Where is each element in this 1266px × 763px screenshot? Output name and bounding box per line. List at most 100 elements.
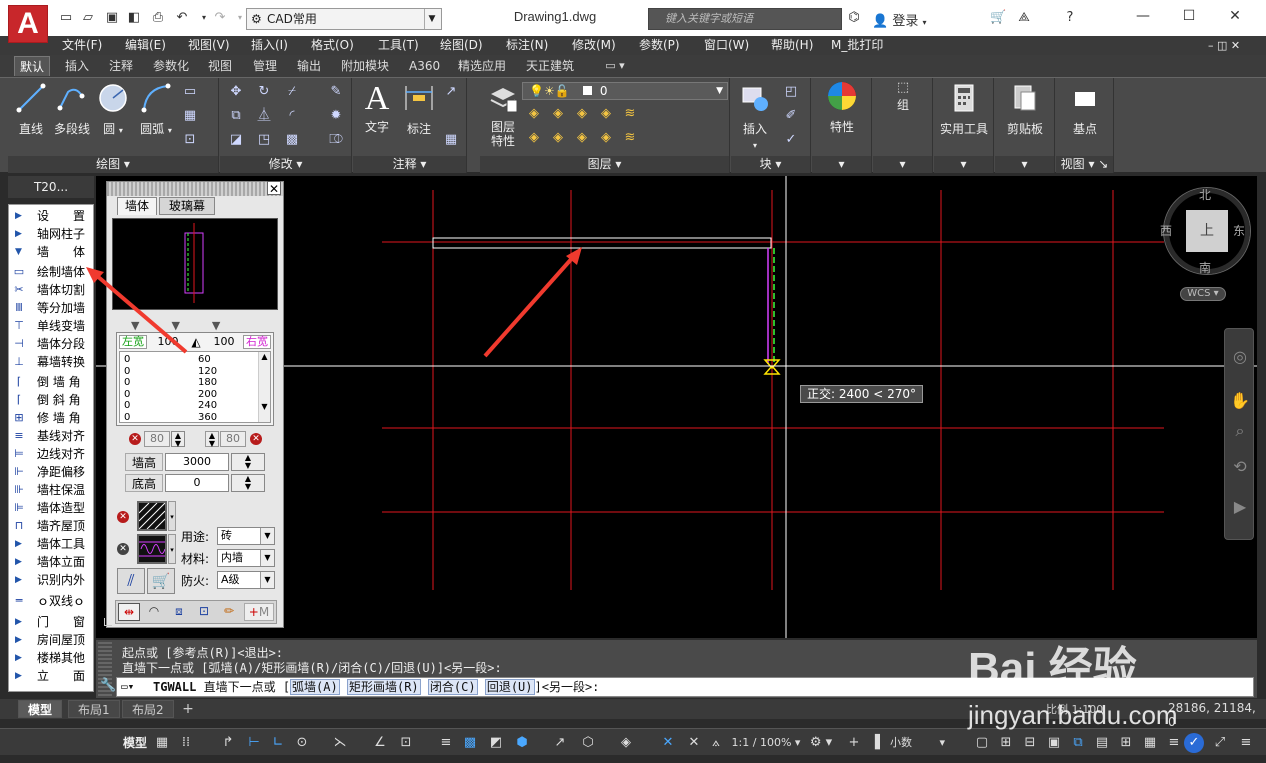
- tab-view[interactable]: 视图: [203, 56, 237, 76]
- panel-block-title[interactable]: 块 ▾: [731, 156, 810, 173]
- left-width-value[interactable]: 100: [151, 335, 185, 349]
- auto-scale-icon[interactable]: ✕: [684, 733, 704, 753]
- add-layout-icon[interactable]: +: [178, 700, 198, 718]
- layer-match-icon[interactable]: ≋: [622, 130, 638, 146]
- maximize-button[interactable]: ☐: [1174, 6, 1204, 26]
- trim-icon[interactable]: ⌿: [284, 84, 300, 100]
- menu-edit[interactable]: 编辑(E): [125, 36, 166, 55]
- copy-icon[interactable]: ⧉: [228, 108, 244, 124]
- t20-item[interactable]: ≡ 基线对齐: [9, 427, 93, 445]
- ortho-icon[interactable]: ∟: [268, 733, 288, 753]
- t20-item[interactable]: ⌈ 倒 墙 角: [9, 373, 93, 391]
- tab-featured-apps[interactable]: 精选应用: [453, 56, 511, 76]
- steering-wheel-icon[interactable]: ◎: [1230, 347, 1250, 367]
- object-snap-icon[interactable]: ⊡: [396, 733, 416, 753]
- t20-item[interactable]: ⌈ 倒 斜 角: [9, 391, 93, 409]
- base-height-spinner[interactable]: ▲ ▼: [231, 474, 265, 492]
- tab-layout1[interactable]: 布局1: [68, 700, 120, 718]
- menu-dimension[interactable]: 标注(N): [506, 36, 548, 55]
- list-item[interactable]: 0 240: [124, 400, 258, 412]
- menu-batch-plot[interactable]: M_批打印: [831, 36, 883, 55]
- orbit-icon[interactable]: ⟲: [1230, 457, 1250, 477]
- wall-justification-markers[interactable]: ▼▼▼: [131, 319, 261, 332]
- right-spin-value[interactable]: 80: [220, 431, 246, 447]
- panel-draw-title[interactable]: 绘图 ▾: [8, 156, 218, 173]
- minimize-button[interactable]: —: [1128, 6, 1158, 26]
- viewcube-east[interactable]: 东: [1233, 222, 1245, 239]
- explode-icon[interactable]: ✹: [328, 108, 344, 124]
- wcs-menu[interactable]: WCS ▾: [1180, 287, 1226, 301]
- menu-parametric[interactable]: 参数(P): [639, 36, 680, 55]
- selection-cycling-icon[interactable]: ◩: [486, 733, 506, 753]
- graphics-perf-icon[interactable]: ▤: [1092, 733, 1112, 753]
- t20-item[interactable]: ⊓ 墙齐屋顶: [9, 517, 93, 535]
- layer-thaw-icon[interactable]: ◈: [574, 130, 590, 146]
- lineweight-icon[interactable]: ≡: [436, 733, 456, 753]
- isolate-objects-icon[interactable]: ⊟: [1020, 733, 1040, 753]
- undo-dropdown-icon[interactable]: ▾: [196, 10, 212, 26]
- menu-modify[interactable]: 修改(M): [572, 36, 616, 55]
- snap-icon[interactable]: ⁞⁞: [176, 733, 196, 753]
- showmotion-icon[interactable]: ▶: [1230, 497, 1250, 517]
- redo-icon[interactable]: ↷: [212, 10, 228, 26]
- polar-icon[interactable]: ⊙: [292, 733, 312, 753]
- t20-item[interactable]: ✂ 墙体切割: [9, 281, 93, 299]
- undo-icon[interactable]: ↶: [174, 10, 190, 26]
- customization-icon[interactable]: ≡: [1164, 733, 1184, 753]
- arc-wall-mode-icon[interactable]: ◠: [143, 603, 165, 621]
- room-wall-mode-icon[interactable]: ⊡: [193, 603, 215, 621]
- polyline-button[interactable]: 多段线: [52, 82, 92, 137]
- layer-walk-icon[interactable]: ≋: [622, 106, 638, 122]
- menu-draw[interactable]: 绘图(D): [440, 36, 483, 55]
- swap-width-icon[interactable]: ◭: [187, 335, 205, 349]
- menu-tools[interactable]: 工具(T): [378, 36, 419, 55]
- block-attributes-icon[interactable]: ✓: [783, 132, 799, 148]
- offset-icon[interactable]: ⎄: [328, 132, 344, 148]
- straight-wall-mode-icon[interactable]: ⇹: [118, 603, 140, 621]
- panel-properties-title[interactable]: ▾: [812, 156, 871, 173]
- t20-item[interactable]: ▼ 墙 体: [9, 243, 93, 261]
- rotate-icon[interactable]: ↻: [256, 84, 272, 100]
- wall-height-input[interactable]: 3000: [165, 453, 229, 471]
- rectangle-icon[interactable]: ▭: [182, 84, 198, 100]
- pick-line-mode-icon[interactable]: ✏: [218, 603, 240, 621]
- viewcube-face[interactable]: 上: [1186, 210, 1228, 252]
- base-height-input[interactable]: 0: [165, 474, 229, 492]
- viewcube-north[interactable]: 北: [1199, 186, 1211, 203]
- panel-groups-title[interactable]: ▾: [873, 156, 932, 173]
- scale-icon[interactable]: ◳: [256, 132, 272, 148]
- layer-on-icon[interactable]: ◈: [526, 130, 542, 146]
- model-space-button[interactable]: 模型: [118, 733, 152, 753]
- wall-height-spinner[interactable]: ▲ ▼: [231, 453, 265, 471]
- cart-icon[interactable]: 🛒: [990, 10, 1006, 26]
- boundary-icon[interactable]: ⊡: [182, 132, 198, 148]
- viewcube-west[interactable]: 西: [1160, 222, 1172, 239]
- group-button[interactable]: ⬚ 组: [881, 80, 925, 113]
- stretch-icon[interactable]: ◪: [228, 132, 244, 148]
- option-arc-wall[interactable]: 弧墙(A): [290, 679, 340, 695]
- mirror-icon[interactable]: ⏅: [256, 108, 272, 124]
- clear-insulation-icon[interactable]: ✕: [117, 543, 129, 555]
- left-spinner[interactable]: ▲ ▼: [171, 431, 185, 448]
- viewcube-south[interactable]: 南: [1199, 259, 1211, 276]
- 3d-osnap-icon[interactable]: ⬢: [512, 733, 532, 753]
- t20-item[interactable]: ▶ 立 面: [9, 667, 93, 685]
- table-icon[interactable]: ▦: [443, 132, 459, 148]
- hatch-dropdown[interactable]: ▾: [168, 501, 176, 531]
- save-as-icon[interactable]: ◧: [126, 10, 142, 26]
- tab-wall[interactable]: 墙体: [117, 197, 157, 215]
- dynamic-input-icon[interactable]: ⊢: [244, 733, 264, 753]
- dialog-close-button[interactable]: ✕: [267, 181, 281, 196]
- transparency-icon[interactable]: ▩: [460, 733, 480, 753]
- fullscreen-icon[interactable]: ⤢: [1210, 733, 1230, 753]
- selection-filter-icon[interactable]: ⬡: [578, 733, 598, 753]
- insulation-swatch[interactable]: [137, 534, 167, 564]
- modular-mode-button[interactable]: +M: [244, 603, 274, 621]
- zoom-icon[interactable]: ⌕: [1230, 421, 1250, 441]
- panel-clipboard-title[interactable]: ▾: [995, 156, 1054, 173]
- array-icon[interactable]: ▩: [284, 132, 300, 148]
- edit-block-icon[interactable]: ✐: [783, 108, 799, 124]
- t20-item[interactable]: ═ ｏ双线ｏ: [9, 592, 93, 610]
- layer-off-icon[interactable]: ◈: [526, 106, 542, 122]
- gizmo-icon[interactable]: ◈: [616, 733, 636, 753]
